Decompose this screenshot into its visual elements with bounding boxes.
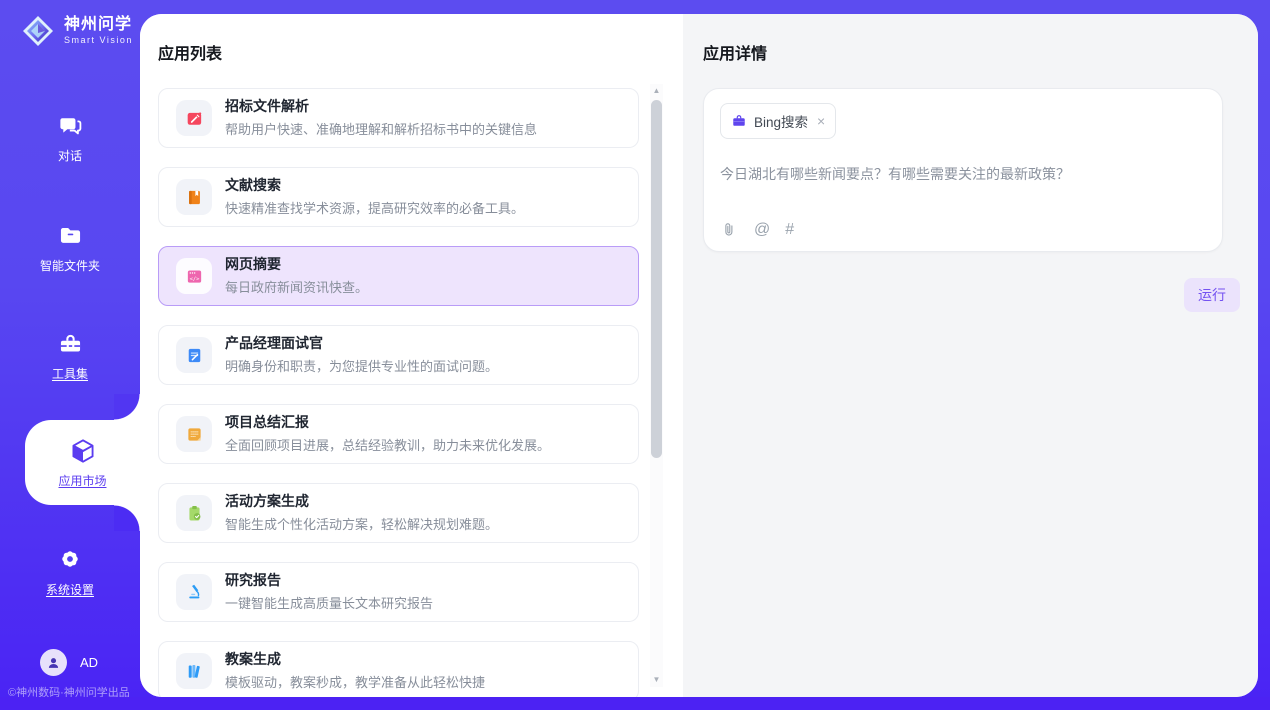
at-icon[interactable]: @ bbox=[754, 221, 770, 239]
app-card-desc: 快速精准查找学术资源，提高研究效率的必备工具。 bbox=[225, 198, 524, 217]
app-card-desc: 模板驱动，教案秒成，教学准备从此轻松快捷 bbox=[225, 672, 485, 691]
user-account[interactable]: AD bbox=[40, 649, 98, 676]
app-card-event-plan[interactable]: 活动方案生成 智能生成个性化活动方案，轻松解决规划难题。 bbox=[158, 483, 639, 543]
app-card-texts: 网页摘要 每日政府新闻资讯快查。 bbox=[225, 256, 368, 297]
app-card-desc: 智能生成个性化活动方案，轻松解决规划难题。 bbox=[225, 514, 498, 533]
app-card-desc: 一键智能生成高质量长文本研究报告 bbox=[225, 593, 433, 612]
app-card-title: 项目总结汇报 bbox=[225, 414, 550, 431]
app-card-title: 文献搜索 bbox=[225, 177, 524, 194]
toolbox-icon bbox=[57, 330, 84, 357]
app-card-research-report[interactable]: 研究报告 一键智能生成高质量长文本研究报告 bbox=[158, 562, 639, 622]
app-card-lesson-plan[interactable]: 教案生成 模板驱动，教案秒成，教学准备从此轻松快捷 bbox=[158, 641, 639, 697]
brand-diamond-icon bbox=[20, 13, 56, 49]
input-toolbar: @ # bbox=[721, 221, 794, 239]
sidebar-item-label: 智能文件夹 bbox=[40, 257, 100, 274]
app-card-title: 教案生成 bbox=[225, 651, 485, 668]
app-card-pm-interviewer[interactable]: 产品经理面试官 明确身份和职责，为您提供专业性的面试问题。 bbox=[158, 325, 639, 385]
app-card-bid-parse[interactable]: 招标文件解析 帮助用户快速、准确地理解和解析招标书中的关键信息 bbox=[158, 88, 639, 148]
app-card-title: 产品经理面试官 bbox=[225, 335, 498, 352]
sticky-note-icon bbox=[176, 416, 212, 452]
app-card-title: 研究报告 bbox=[225, 572, 433, 589]
app-card-texts: 招标文件解析 帮助用户快速、准确地理解和解析招标书中的关键信息 bbox=[225, 98, 537, 139]
run-button[interactable]: 运行 bbox=[1184, 278, 1240, 312]
document-pencil-icon bbox=[176, 337, 212, 373]
app-list-title: 应用列表 bbox=[158, 40, 639, 64]
tool-chip-label: Bing搜索 bbox=[754, 111, 808, 131]
microscope-icon bbox=[176, 574, 212, 610]
sidebar-item-label: 系统设置 bbox=[46, 581, 94, 598]
app-window: 神州问学 Smart Vision 对话 智能文件夹 bbox=[0, 0, 1270, 714]
app-card-texts: 教案生成 模板驱动，教案秒成，教学准备从此轻松快捷 bbox=[225, 651, 485, 692]
app-card-desc: 明确身份和职责，为您提供专业性的面试问题。 bbox=[225, 356, 498, 375]
app-list-section: 应用列表 招标文件解析 帮助用户快速、准确地理解和解析招标书中的关键信息 bbox=[140, 14, 683, 697]
scroll-up-icon[interactable]: ▲ bbox=[653, 84, 661, 98]
sidebar-item-settings[interactable]: 系统设置 bbox=[0, 545, 140, 598]
sidebar-item-smart-folder[interactable]: 智能文件夹 bbox=[0, 222, 140, 274]
app-card-texts: 研究报告 一键智能生成高质量长文本研究报告 bbox=[225, 572, 433, 613]
briefcase-icon bbox=[731, 113, 747, 129]
books-icon bbox=[176, 653, 212, 689]
app-card-texts: 文献搜索 快速精准查找学术资源，提高研究效率的必备工具。 bbox=[225, 177, 524, 218]
app-card-literature-search[interactable]: 文献搜索 快速精准查找学术资源，提高研究效率的必备工具。 bbox=[158, 167, 639, 227]
app-card-webpage-summary[interactable]: </> 网页摘要 每日政府新闻资讯快查。 bbox=[158, 246, 639, 306]
app-card-title: 网页摘要 bbox=[225, 256, 368, 273]
tool-chip-bing-search[interactable]: Bing搜索 × bbox=[720, 103, 836, 139]
app-detail-section: 应用详情 Bing搜索 × 今日湖北有哪些新闻要点？有哪些需要关注的最新政策？ bbox=[683, 14, 1258, 697]
book-icon bbox=[176, 179, 212, 215]
cube-icon bbox=[69, 437, 97, 465]
scrollbar-thumb[interactable] bbox=[651, 100, 662, 458]
app-card-texts: 产品经理面试官 明确身份和职责，为您提供专业性的面试问题。 bbox=[225, 335, 498, 376]
scroll-down-icon[interactable]: ▼ bbox=[653, 673, 661, 687]
svg-text:</>: </> bbox=[189, 276, 200, 282]
avatar bbox=[40, 649, 67, 676]
run-row: 运行 bbox=[703, 278, 1240, 312]
sidebar-item-app-market[interactable]: 应用市场 bbox=[25, 420, 140, 505]
close-icon[interactable]: × bbox=[817, 114, 825, 128]
chat-icon bbox=[57, 112, 84, 139]
query-card[interactable]: Bing搜索 × 今日湖北有哪些新闻要点？有哪些需要关注的最新政策？ @ # bbox=[703, 88, 1223, 252]
gear-icon bbox=[56, 545, 84, 573]
app-card-project-summary[interactable]: 项目总结汇报 全面回顾项目进展，总结经验教训，助力未来优化发展。 bbox=[158, 404, 639, 464]
user-avatar-icon bbox=[45, 654, 62, 671]
brand-name: 神州问学 bbox=[64, 16, 133, 34]
sidebar: 神州问学 Smart Vision 对话 智能文件夹 bbox=[0, 0, 140, 710]
webpage-code-icon: </> bbox=[176, 258, 212, 294]
app-card-texts: 项目总结汇报 全面回顾项目进展，总结经验教训，助力未来优化发展。 bbox=[225, 414, 550, 455]
app-detail-title: 应用详情 bbox=[703, 40, 1258, 64]
app-card-title: 活动方案生成 bbox=[225, 493, 498, 510]
content-panel: 应用列表 招标文件解析 帮助用户快速、准确地理解和解析招标书中的关键信息 bbox=[140, 14, 1258, 697]
sidebar-item-chat[interactable]: 对话 bbox=[0, 112, 140, 164]
app-card-texts: 活动方案生成 智能生成个性化活动方案，轻松解决规划难题。 bbox=[225, 493, 498, 534]
app-list: 招标文件解析 帮助用户快速、准确地理解和解析招标书中的关键信息 文献搜索 bbox=[158, 88, 639, 697]
user-initials: AD bbox=[80, 655, 98, 670]
brand-subtitle: Smart Vision bbox=[64, 36, 133, 46]
sidebar-item-label: 对话 bbox=[58, 147, 82, 164]
query-text[interactable]: 今日湖北有哪些新闻要点？有哪些需要关注的最新政策？ bbox=[720, 164, 1206, 184]
brand-logo: 神州问学 Smart Vision bbox=[20, 13, 133, 49]
sidebar-item-label: 工具集 bbox=[52, 365, 88, 382]
app-card-desc: 全面回顾项目进展，总结经验教训，助力未来优化发展。 bbox=[225, 435, 550, 454]
bottom-strip bbox=[0, 697, 1270, 710]
app-card-desc: 每日政府新闻资讯快查。 bbox=[225, 277, 368, 296]
app-card-title: 招标文件解析 bbox=[225, 98, 537, 115]
sidebar-item-label: 应用市场 bbox=[58, 472, 106, 489]
app-card-desc: 帮助用户快速、准确地理解和解析招标书中的关键信息 bbox=[225, 119, 537, 138]
hash-icon[interactable]: # bbox=[785, 221, 794, 239]
attachment-icon[interactable] bbox=[721, 221, 739, 239]
edit-document-icon bbox=[176, 100, 212, 136]
sidebar-item-toolbox[interactable]: 工具集 bbox=[0, 330, 140, 382]
clipboard-check-icon bbox=[176, 495, 212, 531]
brand-text: 神州问学 Smart Vision bbox=[64, 16, 133, 45]
folder-icon bbox=[57, 222, 84, 249]
list-scrollbar[interactable]: ▲ ▼ bbox=[650, 84, 663, 687]
